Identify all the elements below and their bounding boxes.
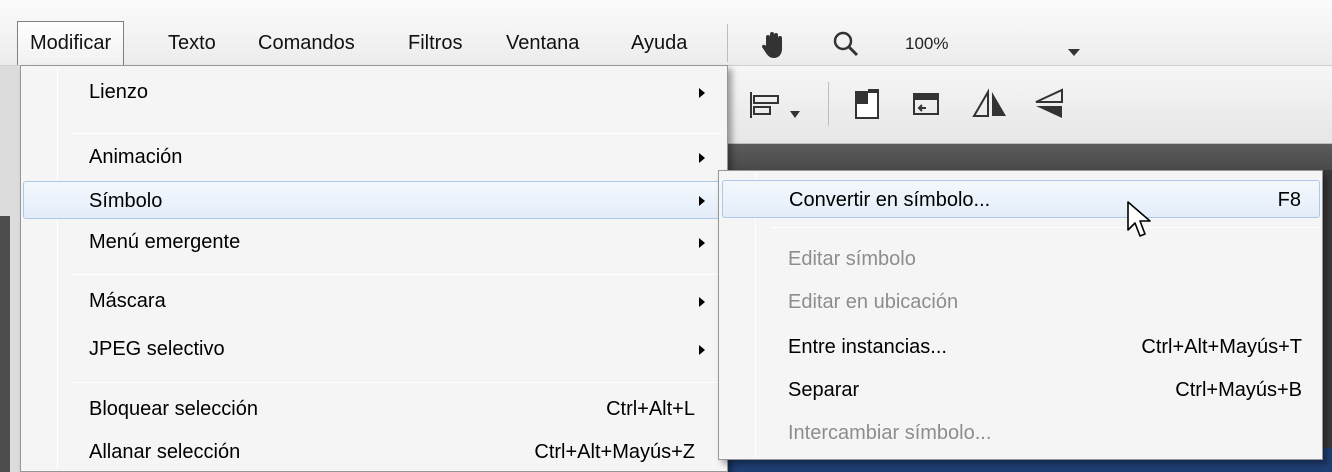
zoom-level[interactable]: 100% bbox=[905, 34, 948, 54]
menubar-divider bbox=[727, 24, 728, 62]
menu-texto[interactable]: Texto bbox=[156, 21, 228, 65]
zoom-icon[interactable] bbox=[832, 30, 860, 64]
menu-filtros[interactable]: Filtros bbox=[396, 21, 474, 65]
distort-icon[interactable] bbox=[910, 88, 944, 128]
menu-item-label: Animación bbox=[89, 146, 183, 168]
menu-item-shortcut: Ctrl+Alt+L bbox=[606, 398, 695, 420]
menu-item-separar[interactable]: Separar Ctrl+Mayús+B bbox=[722, 371, 1320, 409]
flip-vertical-icon[interactable] bbox=[1032, 88, 1066, 126]
menu-item-animacion[interactable]: Animación bbox=[23, 138, 725, 176]
menu-separator bbox=[71, 133, 721, 134]
menu-item-bloquear-seleccion[interactable]: Bloquear selección Ctrl+Alt+L bbox=[23, 390, 725, 428]
toolbar-divider bbox=[828, 82, 829, 126]
menu-item-shortcut: F8 bbox=[1277, 189, 1301, 211]
menu-item-label: Menú emergente bbox=[89, 231, 241, 253]
dropdown-icon[interactable] bbox=[790, 102, 800, 125]
menu-item-simbolo[interactable]: Símbolo bbox=[23, 181, 725, 219]
submenu-arrow-icon bbox=[699, 88, 705, 98]
menu-separator bbox=[771, 227, 1319, 228]
menu-item-label: Separar bbox=[788, 379, 860, 401]
menu-item-label: Convertir en símbolo... bbox=[789, 189, 991, 211]
submenu-arrow-icon bbox=[699, 238, 705, 248]
menu-item-label: Bloquear selección bbox=[89, 398, 258, 420]
menu-item-editar-simbolo: Editar símbolo bbox=[722, 240, 1320, 278]
menu-item-label: Entre instancias... bbox=[788, 336, 947, 358]
menu-item-shortcut: Ctrl+Alt+Mayús+Z bbox=[534, 441, 695, 463]
menu-item-lienzo[interactable]: Lienzo bbox=[23, 73, 725, 111]
toolbar bbox=[720, 66, 1332, 144]
menu-separator bbox=[71, 274, 721, 275]
left-panel-edge bbox=[0, 66, 22, 472]
hand-icon[interactable] bbox=[760, 30, 788, 66]
menu-item-label: Intercambiar símbolo... bbox=[788, 422, 992, 444]
menu-ayuda[interactable]: Ayuda bbox=[619, 21, 699, 65]
menu-comandos[interactable]: Comandos bbox=[246, 21, 367, 65]
mouse-cursor-icon bbox=[1126, 200, 1154, 246]
menu-item-label: Editar símbolo bbox=[788, 248, 916, 270]
submenu-arrow-icon bbox=[699, 196, 705, 206]
menu-separator bbox=[71, 382, 721, 383]
menu-modificar[interactable]: Modificar bbox=[17, 21, 125, 65]
chevron-down-icon[interactable] bbox=[1068, 40, 1080, 63]
menu-item-intercambiar-simbolo: Intercambiar símbolo... bbox=[722, 414, 1320, 452]
menu-ventana[interactable]: Ventana bbox=[494, 21, 591, 65]
menu-item-mascara[interactable]: Máscara bbox=[23, 282, 725, 320]
menu-item-convertir-en-simbolo[interactable]: Convertir en símbolo... F8 bbox=[722, 180, 1320, 218]
left-panel-dark bbox=[0, 216, 10, 472]
menu-item-label: Editar en ubicación bbox=[788, 291, 959, 313]
submenu-arrow-icon bbox=[699, 297, 705, 307]
submenu-arrow-icon bbox=[699, 153, 705, 163]
menubar: Modificar Texto Comandos Filtros Ventana… bbox=[0, 0, 1332, 66]
menu-item-shortcut: Ctrl+Mayús+B bbox=[1175, 379, 1302, 401]
rotate-icon[interactable] bbox=[852, 86, 886, 128]
menu-item-shortcut: Ctrl+Alt+Mayús+T bbox=[1141, 336, 1302, 358]
menu-item-entre-instancias[interactable]: Entre instancias... Ctrl+Alt+Mayús+T bbox=[722, 328, 1320, 366]
menu-item-label: Lienzo bbox=[89, 81, 148, 103]
menu-item-label: Máscara bbox=[89, 290, 166, 312]
align-icon[interactable] bbox=[748, 88, 784, 128]
panel-strip bbox=[720, 144, 1332, 170]
menu-item-menu-emergente[interactable]: Menú emergente bbox=[23, 223, 725, 261]
simbolo-submenu: Convertir en símbolo... F8 Editar símbol… bbox=[718, 170, 1323, 460]
flip-horizontal-icon[interactable] bbox=[972, 88, 1008, 126]
menu-item-label: Allanar selección bbox=[89, 441, 241, 463]
menu-item-jpeg-selectivo[interactable]: JPEG selectivo bbox=[23, 330, 725, 368]
menu-item-label: JPEG selectivo bbox=[89, 338, 225, 360]
menu-item-editar-en-ubicacion: Editar en ubicación bbox=[722, 283, 1320, 321]
submenu-arrow-icon bbox=[699, 345, 705, 355]
menu-item-label: Símbolo bbox=[89, 190, 163, 212]
modificar-menu: Lienzo Animación Símbolo Menú emergente … bbox=[20, 65, 728, 472]
menu-item-allanar-seleccion[interactable]: Allanar selección Ctrl+Alt+Mayús+Z bbox=[23, 433, 725, 471]
